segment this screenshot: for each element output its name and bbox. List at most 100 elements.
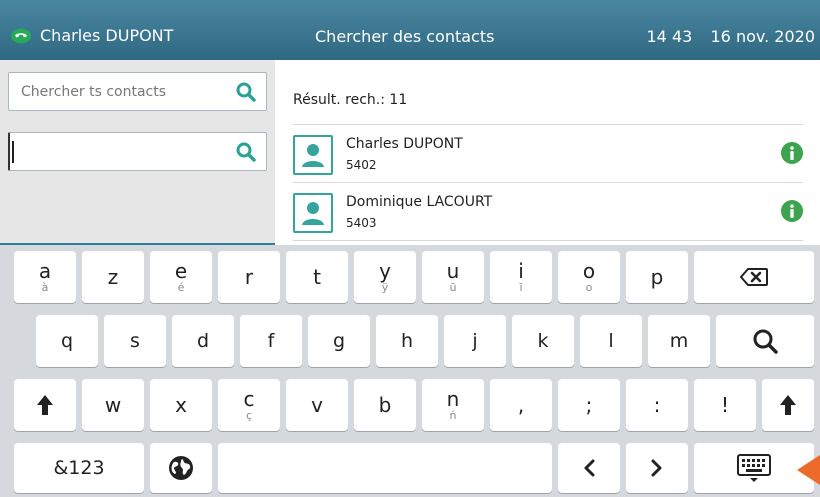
key-main-label: s bbox=[130, 330, 140, 352]
key-j[interactable]: j bbox=[444, 315, 506, 367]
key-p[interactable]: p bbox=[626, 251, 688, 303]
key-exclamation[interactable]: ! bbox=[694, 379, 756, 431]
on-screen-keyboard: aà z eé r t yÿ uū iī oo p q s d f g h j … bbox=[0, 245, 820, 497]
key-main-label: e bbox=[174, 259, 188, 283]
text-cursor bbox=[12, 141, 14, 163]
key-semicolon[interactable]: ; bbox=[558, 379, 620, 431]
shift-key-right[interactable] bbox=[762, 379, 814, 431]
search-all-contacts-input[interactable]: Chercher ts contacts bbox=[8, 72, 267, 111]
key-main-label: o bbox=[582, 259, 596, 283]
key-g[interactable]: g bbox=[308, 315, 370, 367]
key-r[interactable]: r bbox=[218, 251, 280, 303]
key-u[interactable]: uū bbox=[422, 251, 484, 303]
key-main-label: ; bbox=[585, 393, 593, 417]
key-a[interactable]: aà bbox=[14, 251, 76, 303]
contact-number: 5403 bbox=[346, 216, 377, 230]
info-icon[interactable] bbox=[781, 142, 803, 164]
key-main-label: d bbox=[196, 330, 210, 352]
key-o[interactable]: oo bbox=[558, 251, 620, 303]
contact-avatar-icon bbox=[293, 135, 333, 175]
clock-date: 16 nov. 2020 bbox=[710, 27, 816, 46]
keyboard-hide-icon bbox=[737, 454, 771, 482]
globe-icon bbox=[169, 456, 193, 480]
key-main-label: , bbox=[517, 393, 525, 417]
shift-icon bbox=[37, 395, 53, 415]
key-s[interactable]: s bbox=[104, 315, 166, 367]
key-k[interactable]: k bbox=[512, 315, 574, 367]
contact-number: 5402 bbox=[346, 158, 377, 172]
search-icon[interactable] bbox=[236, 82, 256, 102]
key-x[interactable]: x bbox=[150, 379, 212, 431]
key-i[interactable]: iī bbox=[490, 251, 552, 303]
key-main-label: l bbox=[608, 330, 614, 352]
pointer-arrow-icon bbox=[797, 455, 820, 485]
search-panel: Chercher ts contacts bbox=[0, 60, 275, 243]
key-accent-label: ç bbox=[245, 409, 253, 422]
key-comma[interactable]: , bbox=[490, 379, 552, 431]
space-key[interactable] bbox=[218, 443, 552, 493]
key-d[interactable]: d bbox=[172, 315, 234, 367]
contact-name: Dominique LACOURT bbox=[346, 194, 493, 210]
key-l[interactable]: l bbox=[580, 315, 642, 367]
key-v[interactable]: v bbox=[286, 379, 348, 431]
key-h[interactable]: h bbox=[376, 315, 438, 367]
key-main-label: j bbox=[472, 330, 478, 352]
key-main-label: z bbox=[107, 265, 119, 289]
page-title: Chercher des contacts bbox=[315, 27, 495, 46]
hide-keyboard-key[interactable] bbox=[694, 443, 814, 493]
backspace-icon bbox=[740, 268, 768, 286]
search-key[interactable] bbox=[716, 315, 814, 367]
key-main-label: i bbox=[518, 259, 524, 283]
contact-row[interactable]: Dominique LACOURT 5403 bbox=[293, 183, 803, 241]
key-b[interactable]: b bbox=[354, 379, 416, 431]
key-accent-label: à bbox=[41, 281, 49, 294]
contact-avatar-icon bbox=[293, 193, 333, 233]
key-m[interactable]: m bbox=[648, 315, 710, 367]
key-w[interactable]: w bbox=[82, 379, 144, 431]
cursor-left-key[interactable] bbox=[558, 443, 620, 493]
current-user: Charles DUPONT bbox=[10, 26, 173, 45]
contact-row[interactable]: Charles DUPONT 5402 bbox=[293, 125, 803, 183]
key-accent-label: o bbox=[585, 281, 593, 294]
key-y[interactable]: yÿ bbox=[354, 251, 416, 303]
key-accent-label: é bbox=[177, 281, 185, 294]
key-f[interactable]: f bbox=[240, 315, 302, 367]
numbers-key[interactable]: &123 bbox=[14, 443, 144, 493]
key-main-label: g bbox=[332, 330, 346, 352]
key-main-label: t bbox=[313, 265, 321, 289]
language-key[interactable] bbox=[150, 443, 212, 493]
key-main-label: k bbox=[537, 330, 549, 352]
key-main-label: : bbox=[653, 393, 661, 417]
key-accent-label: ī bbox=[519, 281, 523, 294]
key-main-label: m bbox=[669, 330, 689, 352]
chevron-left-icon bbox=[584, 459, 595, 477]
clock-time: 14 43 bbox=[646, 27, 693, 46]
key-e[interactable]: eé bbox=[150, 251, 212, 303]
key-n[interactable]: nń bbox=[422, 379, 484, 431]
cursor-right-key[interactable] bbox=[626, 443, 688, 493]
key-accent-label: ń bbox=[449, 409, 457, 422]
shift-icon bbox=[780, 395, 796, 415]
key-main-label: ! bbox=[720, 393, 730, 417]
key-main-label: n bbox=[446, 387, 460, 411]
key-main-label: p bbox=[650, 265, 664, 289]
chevron-right-icon bbox=[651, 459, 662, 477]
contact-name: Charles DUPONT bbox=[346, 136, 463, 152]
search-icon[interactable] bbox=[236, 142, 256, 162]
key-main-label: y bbox=[379, 259, 391, 283]
backspace-key[interactable] bbox=[694, 251, 814, 303]
key-main-label: h bbox=[400, 330, 414, 352]
key-main-label: b bbox=[378, 393, 392, 417]
info-icon[interactable] bbox=[781, 200, 803, 222]
header-bar: Charles DUPONT Chercher des contacts 14 … bbox=[0, 0, 820, 60]
key-main-label: r bbox=[244, 265, 254, 289]
search-all-placeholder: Chercher ts contacts bbox=[21, 83, 167, 100]
search-query-input[interactable] bbox=[8, 132, 267, 171]
key-colon[interactable]: : bbox=[626, 379, 688, 431]
key-c[interactable]: cç bbox=[218, 379, 280, 431]
key-z[interactable]: z bbox=[82, 251, 144, 303]
key-q[interactable]: q bbox=[36, 315, 98, 367]
key-t[interactable]: t bbox=[286, 251, 348, 303]
shift-key-left[interactable] bbox=[14, 379, 76, 431]
search-icon bbox=[753, 329, 778, 354]
